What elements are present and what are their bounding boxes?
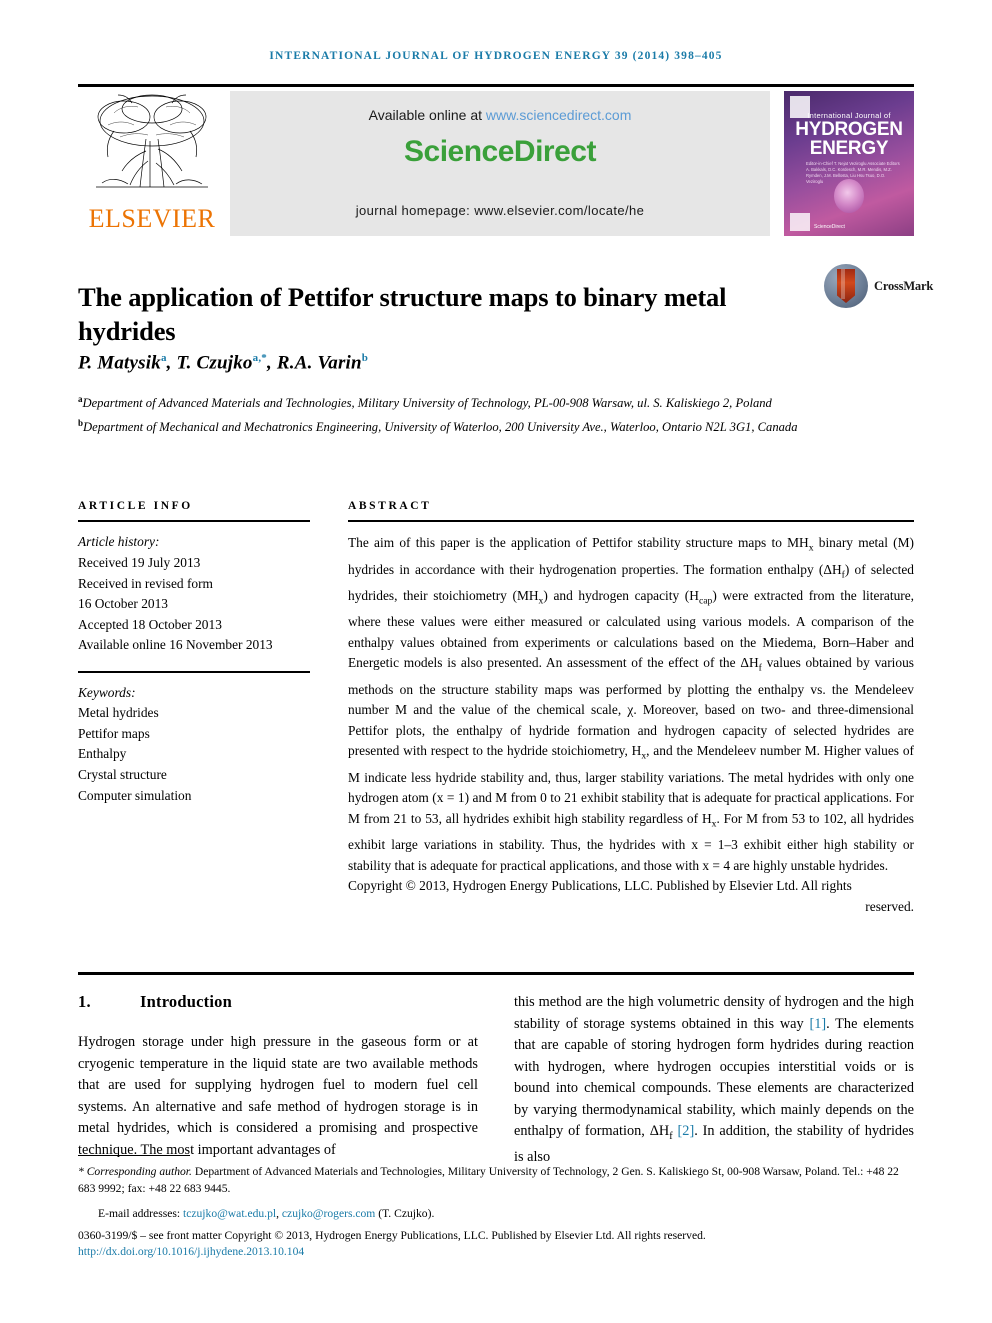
article-info-rule: [78, 520, 310, 523]
history-item: Available online 16 November 2013: [78, 637, 273, 653]
article-info-column: Article info Article history: Received 1…: [78, 500, 310, 806]
body-top-rule: [78, 972, 914, 975]
intro-paragraph-left: Hydrogen storage under high pressure in …: [78, 1034, 478, 1158]
footnote-rule: [78, 1155, 190, 1157]
keywords-label: Keywords:: [78, 684, 136, 700]
abstract-column: Abstract The aim of this paper is the ap…: [348, 500, 914, 918]
cover-sciencedirect-label: ScienceDirect: [814, 224, 845, 230]
keywords-body: Keywords: Metal hydrides Pettifor maps E…: [78, 683, 310, 807]
article-history-block: Article history: Received 19 July 2013 R…: [78, 532, 310, 656]
history-item: Received in revised form: [78, 575, 213, 591]
body-column-right: this method are the high volumetric dens…: [514, 992, 914, 1169]
corresponding-author-note: * Corresponding author. Department of Ad…: [78, 1165, 899, 1195]
section-number: 1.: [78, 992, 91, 1011]
keyword-item: Pettifor maps: [78, 725, 150, 741]
section-heading-introduction: 1. Introduction: [78, 992, 478, 1012]
intro-paragraph-right: this method are the high volumetric dens…: [514, 994, 914, 1166]
journal-cover-thumbnail: International Journal of HYDROGEN ENERGY…: [784, 91, 914, 236]
keyword-item: Crystal structure: [78, 766, 167, 782]
body-section: 1. Introduction Hydrogen storage under hi…: [78, 972, 914, 1165]
history-item: Accepted 18 October 2013: [78, 616, 222, 632]
journal-article-page: International Journal of Hydrogen Energy…: [0, 0, 992, 1323]
article-info-heading: Article info: [78, 500, 193, 512]
page-title: The application of Pettifor structure ma…: [78, 281, 727, 346]
journal-homepage-line[interactable]: journal homepage: www.elsevier.com/locat…: [230, 203, 770, 218]
sciencedirect-url[interactable]: www.sciencedirect.com: [486, 107, 632, 123]
keywords-block: Keywords: Metal hydrides Pettifor maps E…: [78, 670, 310, 807]
affiliation-a: aDepartment of Advanced Materials and Te…: [78, 394, 772, 411]
crossmark-icon: [824, 264, 868, 308]
cover-line-3: ENERGY: [809, 138, 889, 159]
history-item: 16 October 2013: [78, 596, 168, 612]
crossmark-label: CrossMark: [874, 279, 934, 293]
masthead: ELSEVIER Available online at www.science…: [78, 84, 914, 236]
sciencedirect-wordmark: ScienceDirect: [404, 135, 596, 168]
section-title: Introduction: [140, 992, 232, 1011]
author-list: P. Matysika, T. Czujkoa,*, R.A. Varinb: [78, 352, 369, 374]
keyword-item: Computer simulation: [78, 787, 192, 803]
footnotes-section: * Corresponding author. Department of Ad…: [78, 1155, 914, 1258]
crossmark-shield-icon: [837, 269, 855, 303]
email-addresses-note[interactable]: E-mail addresses: tczujko@wat.edu.pl, cz…: [78, 1206, 914, 1223]
abstract-body: The aim of this paper is the application…: [348, 533, 914, 917]
history-item: Received 19 July 2013: [78, 554, 201, 570]
body-column-left: 1. Introduction Hydrogen storage under hi…: [78, 992, 478, 1161]
cover-line-2: HYDROGEN: [795, 119, 903, 140]
affiliation-a-text: Department of Advanced Materials and Tec…: [82, 396, 772, 411]
elsevier-logo: ELSEVIER: [78, 91, 226, 236]
elsevier-tree-icon: [96, 94, 208, 188]
article-history-label: Article history:: [78, 534, 160, 550]
masthead-top-rule: [78, 84, 914, 87]
abstract-heading: Abstract: [348, 500, 432, 512]
available-online-prefix: Available online at: [368, 107, 486, 123]
cover-publisher-mark: [790, 213, 810, 231]
cover-orb-graphic: [834, 179, 864, 213]
abstract-text: The aim of this paper is the application…: [348, 535, 915, 873]
elsevier-wordmark: ELSEVIER: [88, 204, 216, 233]
abstract-copyright: Copyright © 2013, Hydrogen Energy Public…: [348, 878, 852, 894]
keywords-rule: [78, 670, 310, 673]
available-online-line: Available online at www.sciencedirect.co…: [230, 107, 770, 123]
abstract-reserved: reserved.: [865, 898, 914, 914]
abstract-rule-top: [348, 520, 914, 523]
affiliation-b-text: Department of Mechanical and Mechatronic…: [83, 419, 798, 434]
issn-copyright-line: 0360-3199/$ – see front matter Copyright…: [78, 1229, 706, 1243]
affiliation-b: bDepartment of Mechanical and Mechatroni…: [78, 417, 798, 434]
sciencedirect-banner: Available online at www.sciencedirect.co…: [230, 91, 770, 236]
running-head: International Journal of Hydrogen Energy…: [269, 50, 723, 62]
keyword-item: Enthalpy: [78, 746, 127, 762]
keyword-item: Metal hydrides: [78, 705, 159, 721]
doi-link[interactable]: http://dx.doi.org/10.1016/j.ijhydene.201…: [78, 1245, 914, 1258]
crossmark-badge[interactable]: CrossMark: [824, 264, 933, 312]
affiliations: aDepartment of Advanced Materials and Te…: [78, 390, 878, 437]
